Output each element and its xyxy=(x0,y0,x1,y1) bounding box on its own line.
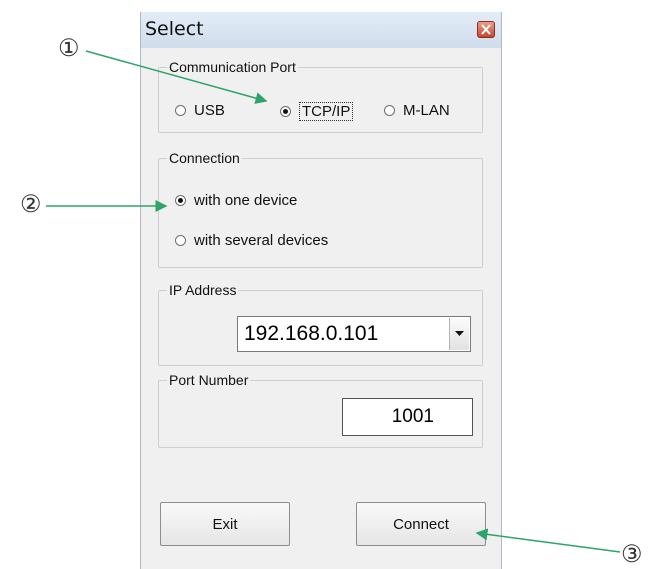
arrow-to-connect xyxy=(475,528,621,553)
annotation-arrows xyxy=(46,50,621,553)
arrow-to-tcpip xyxy=(85,50,268,104)
